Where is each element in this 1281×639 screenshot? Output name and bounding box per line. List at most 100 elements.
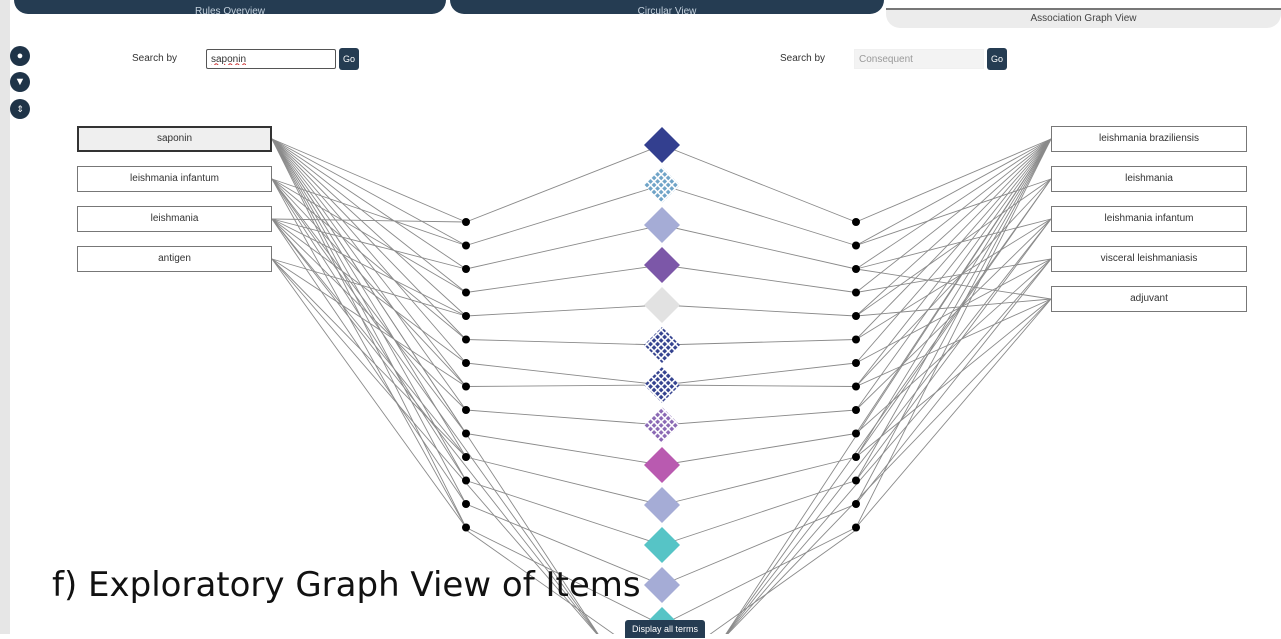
rule-diamond (644, 207, 680, 243)
antecedent-edge (271, 258, 467, 528)
antecedent-node-dot (462, 288, 470, 297)
rule-edge (465, 362, 663, 386)
rule-edge (465, 456, 663, 506)
consequent-edge (855, 138, 1052, 270)
antecedent-edge (271, 218, 467, 411)
rule-edge (465, 480, 663, 546)
antecedent-edge (271, 138, 467, 317)
consequent-node-dot (852, 523, 860, 532)
rule-diamond (644, 127, 680, 163)
antecedent-node-dot (462, 359, 470, 367)
consequent-item[interactable]: visceral leishmaniasis (1051, 246, 1247, 272)
rule-edge (465, 264, 663, 293)
rule-edge (661, 527, 857, 626)
rule-diamond (644, 367, 680, 403)
consequent-edge (855, 298, 1052, 317)
antecedent-node-dot (462, 382, 470, 391)
consequent-edge (855, 258, 1052, 434)
consequent-node-dot (852, 218, 860, 226)
antecedent-node-dot (462, 429, 470, 438)
antecedent-edge (271, 258, 467, 387)
rule-edge (661, 409, 857, 426)
rule-edge (661, 224, 857, 270)
consequent-edge (855, 138, 1052, 317)
consequent-node-dot (852, 312, 860, 320)
figure-caption: f) Exploratory Graph View of Items (52, 565, 641, 605)
antecedent-edge (271, 138, 467, 270)
consequent-node-dot (852, 406, 860, 414)
antecedent-item[interactable]: saponin (77, 126, 272, 152)
rule-edge (661, 264, 857, 293)
rule-edge (661, 144, 857, 223)
rule-diamond (644, 407, 680, 443)
consequent-node-dot (852, 382, 860, 391)
antecedent-node-dot (462, 500, 470, 508)
consequent-node-dot (852, 476, 860, 485)
rule-edge (661, 503, 857, 586)
antecedent-edge (271, 138, 599, 634)
antecedent-edge (271, 218, 467, 223)
rule-edge (661, 339, 857, 346)
rule-edge (661, 433, 857, 466)
consequent-item[interactable]: leishmania braziliensis (1051, 126, 1247, 152)
rule-edge (465, 184, 663, 246)
antecedent-edge (271, 218, 467, 364)
antecedent-item[interactable]: leishmania (77, 206, 272, 232)
antecedent-edge (271, 138, 467, 411)
rule-edge (465, 339, 663, 346)
consequent-node-dot (852, 241, 860, 250)
rule-diamond (644, 447, 680, 483)
antecedent-node-dot (462, 218, 470, 226)
rule-diamond (644, 527, 680, 563)
consequent-node-dot (852, 359, 860, 367)
antecedent-node-dot (462, 265, 470, 273)
antecedent-edge (271, 138, 467, 246)
rule-diamond (644, 567, 680, 603)
antecedent-node-dot (462, 523, 470, 532)
consequent-item[interactable]: leishmania (1051, 166, 1247, 192)
consequent-edge (855, 178, 1052, 246)
antecedent-edge (271, 178, 467, 340)
antecedent-edge (271, 258, 467, 458)
consequent-edge (855, 138, 1052, 458)
antecedent-node-dot (462, 241, 470, 250)
antecedent-node-dot (462, 453, 470, 461)
consequent-edge (855, 218, 1052, 270)
consequent-item[interactable]: leishmania infantum (1051, 206, 1247, 232)
consequent-edge (855, 298, 1052, 458)
rule-edge (709, 529, 857, 634)
antecedent-node-dot (462, 312, 470, 320)
consequent-node-dot (852, 335, 860, 344)
rule-edge (465, 409, 663, 426)
rule-edge (661, 362, 857, 386)
antecedent-node-dot (462, 406, 470, 414)
consequent-node-dot (852, 429, 860, 438)
rule-edge (465, 224, 663, 270)
antecedent-edge (271, 178, 467, 434)
consequent-node-dot (852, 288, 860, 297)
antecedent-edge (271, 138, 467, 528)
antecedent-edge (271, 218, 467, 458)
rule-edge (661, 480, 857, 546)
antecedent-edge (271, 178, 467, 387)
antecedent-edge (271, 138, 467, 387)
consequent-node-dot (852, 500, 860, 508)
display-all-terms-button[interactable]: Display all terms (625, 620, 705, 638)
rule-diamond (644, 327, 680, 363)
consequent-item[interactable]: adjuvant (1051, 286, 1247, 312)
consequent-edge (855, 268, 1052, 300)
consequent-node-dot (852, 453, 860, 461)
antecedent-node-dot (462, 476, 470, 485)
antecedent-item[interactable]: antigen (77, 246, 272, 272)
rule-diamond (644, 247, 680, 283)
consequent-edge (855, 138, 1052, 293)
rule-diamond (644, 287, 680, 323)
rule-edge (661, 184, 857, 246)
antecedent-node-dot (462, 335, 470, 344)
antecedent-edge (271, 138, 467, 293)
rule-edge (465, 304, 663, 317)
rule-edge (465, 144, 663, 223)
consequent-edge (855, 138, 1052, 246)
antecedent-item[interactable]: leishmania infantum (77, 166, 272, 192)
consequent-edge (855, 298, 1052, 387)
